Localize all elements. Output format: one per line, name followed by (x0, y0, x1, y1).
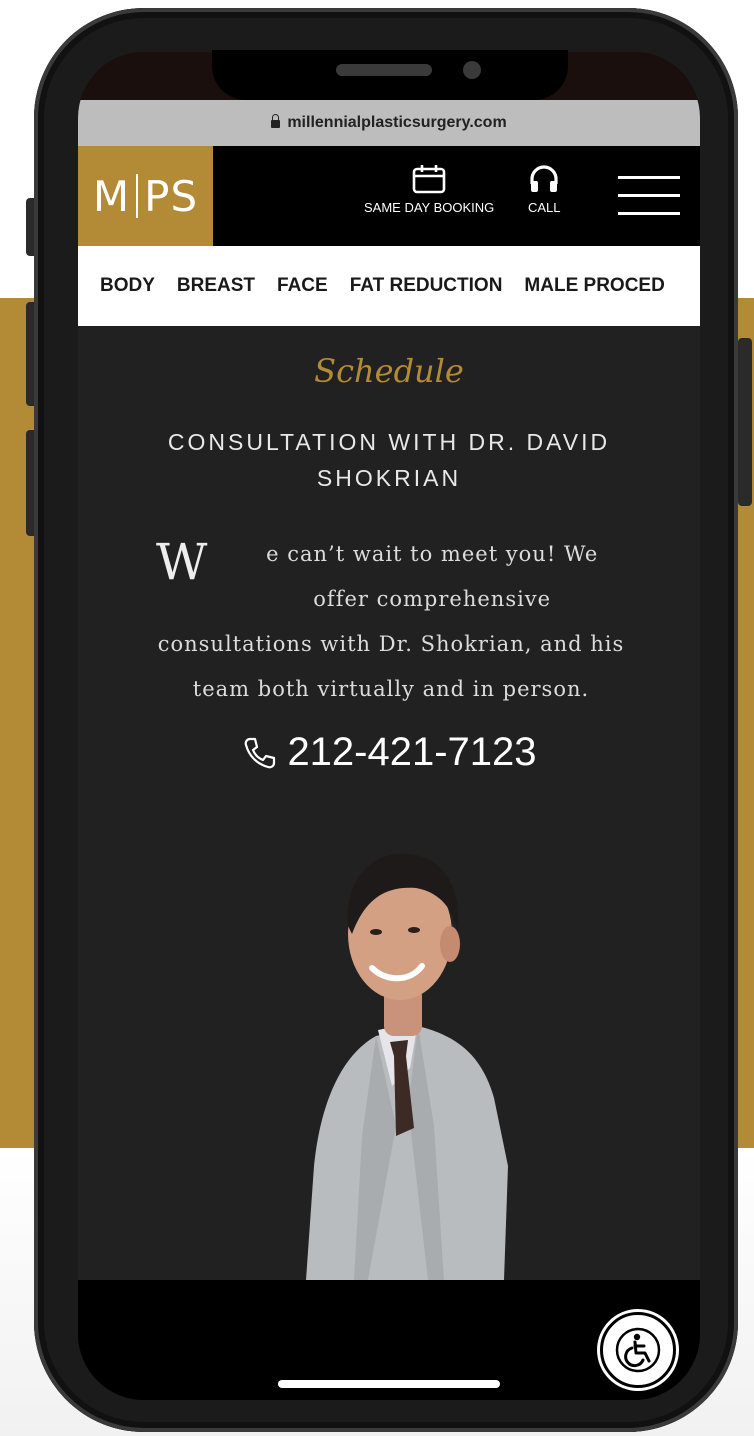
nav-item-face[interactable]: FACE (277, 275, 328, 297)
logo-divider (136, 174, 139, 218)
site-header: M PS SAME DAY BOOKING CALL (78, 146, 700, 246)
section-body: W e can’t wait to meet you! We offer com… (156, 532, 626, 712)
section-heading: CONSULTATION WITH DR. DAVID SHOKRIAN (167, 429, 611, 491)
phone-power-button (738, 338, 752, 506)
menu-icon[interactable] (618, 176, 680, 218)
notch-speaker (336, 64, 432, 76)
section-body-text: e can’t wait to meet you! We offer compr… (157, 542, 625, 701)
consultation-section: Schedule CONSULTATION WITH DR. DAVID SHO… (78, 326, 700, 1280)
nav-item-body[interactable]: BODY (100, 275, 155, 297)
site-logo[interactable]: M PS (78, 146, 213, 246)
nav-item-male-procedures[interactable]: MALE PROCED (524, 275, 664, 297)
accessibility-button[interactable] (600, 1312, 676, 1388)
lock-icon (271, 114, 281, 128)
front-camera (463, 61, 481, 79)
address-bar[interactable]: millennialplasticsurgery.com (78, 100, 700, 146)
menu-bar (618, 212, 680, 215)
section-script-title: Schedule (314, 352, 464, 390)
phone-number-link[interactable]: 212-421-7123 (78, 730, 700, 775)
nav-item-breast[interactable]: BREAST (177, 275, 255, 297)
logo-letters-ps: PS (144, 171, 199, 221)
nav-item-fat-reduction[interactable]: FAT REDUCTION (350, 275, 503, 297)
phone-screen: millennialplasticsurgery.com M PS SAME D… (78, 52, 700, 1400)
booking-label: SAME DAY BOOKING (364, 200, 495, 215)
call-button[interactable]: CALL (528, 164, 561, 215)
drop-cap: W (156, 533, 209, 591)
same-day-booking-button[interactable]: SAME DAY BOOKING (364, 164, 494, 215)
home-indicator[interactable] (278, 1380, 500, 1388)
menu-bar (618, 176, 680, 179)
headphones-icon (530, 165, 558, 192)
phone-number: 212-421-7123 (287, 730, 537, 774)
address-bar-url: millennialplasticsurgery.com (287, 114, 507, 131)
logo-letter-m: M (92, 171, 131, 221)
call-label: CALL (528, 200, 561, 215)
phone-icon (245, 737, 276, 768)
menu-bar (618, 194, 680, 197)
doctor-portrait (306, 853, 508, 1280)
calendar-icon (412, 165, 446, 194)
category-nav: BODY BREAST FACE FAT REDUCTION MALE PROC… (78, 246, 700, 326)
accessibility-icon (615, 1327, 661, 1373)
